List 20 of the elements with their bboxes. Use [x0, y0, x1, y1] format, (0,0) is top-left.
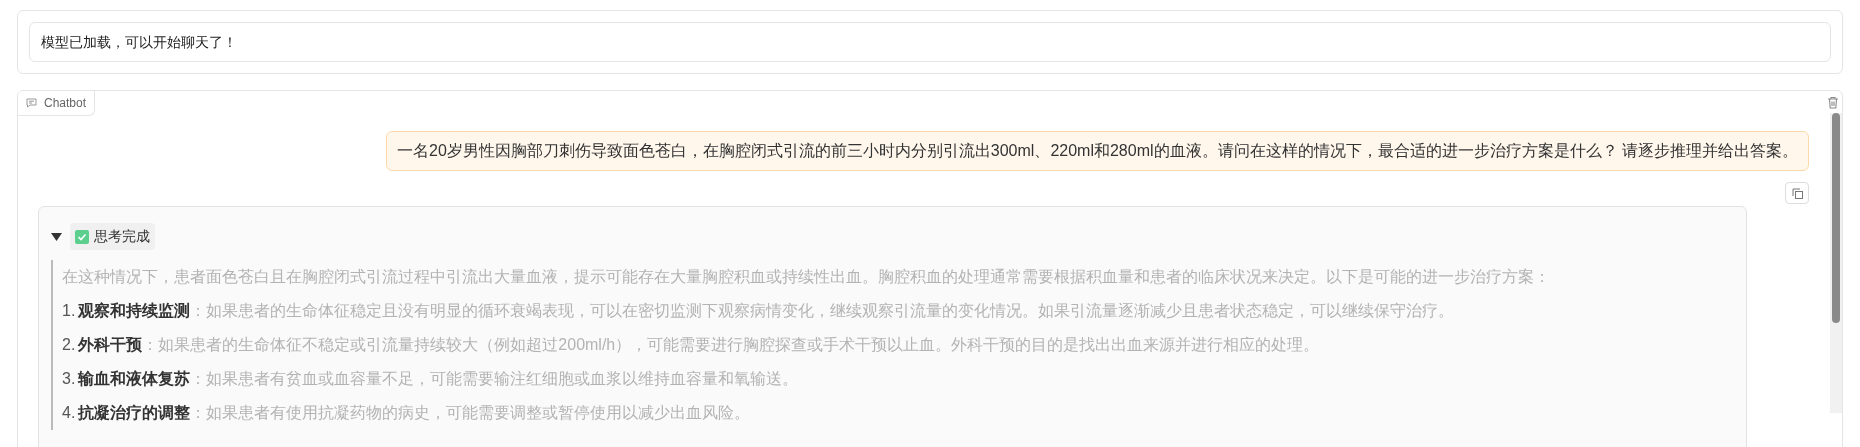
chat-icon	[26, 98, 37, 108]
scrollbar[interactable]	[1830, 113, 1842, 413]
collapse-triangle-icon[interactable]	[51, 231, 62, 242]
list-number: 4.	[62, 403, 76, 423]
list-item-text: 抗凝治疗的调整：如果患者有使用抗凝药物的病史，可能需要调整或暂停使用以减少出血风险。	[78, 403, 751, 423]
status-label: 思考完成	[94, 227, 150, 246]
list-number: 3.	[62, 369, 76, 389]
list-number: 2.	[62, 335, 76, 355]
user-message: 一名20岁男性因胸部刀刺伤导致面色苍白，在胸腔闭式引流的前三小时内分别引流出300ml、220ml和280ml的血液。请问在这样的情况下，最合适的进一步治疗方案是什么？ 请逐步推理并给出答案。	[386, 131, 1809, 171]
list-item-text: 输血和液体复苏：如果患者有贫血或血容量不足，可能需要输注红细胞或血浆以维持血容量和氧输送。	[78, 369, 799, 389]
copy-button[interactable]	[1785, 182, 1809, 204]
copy-icon	[1791, 187, 1803, 199]
trash-icon[interactable]	[1827, 96, 1839, 109]
scrollbar-thumb[interactable]	[1832, 113, 1840, 323]
chatbot-title: Chatbot	[44, 95, 87, 112]
list-number: 1.	[62, 301, 76, 321]
check-icon	[75, 229, 89, 244]
status-field[interactable]: 模型已加载，可以开始聊天了！	[29, 22, 1831, 62]
list-item-text: 外科干预：如果患者的生命体征不稳定或引流量持续较大（例如超过200ml/h），可能需要进行胸腔探查或手术干预以止血。外科干预的目的是找出出血来源并进行相应的处理。	[78, 335, 1320, 355]
list-item-text: 观察和持续监测：如果患者的生命体征稳定且没有明显的循环衰竭表现，可以在密切监测下观察病情变化，继续观察引流量的变化情况。如果引流量逐渐减少且患者状态稳定，可以继续保守治疗。	[78, 301, 1455, 321]
